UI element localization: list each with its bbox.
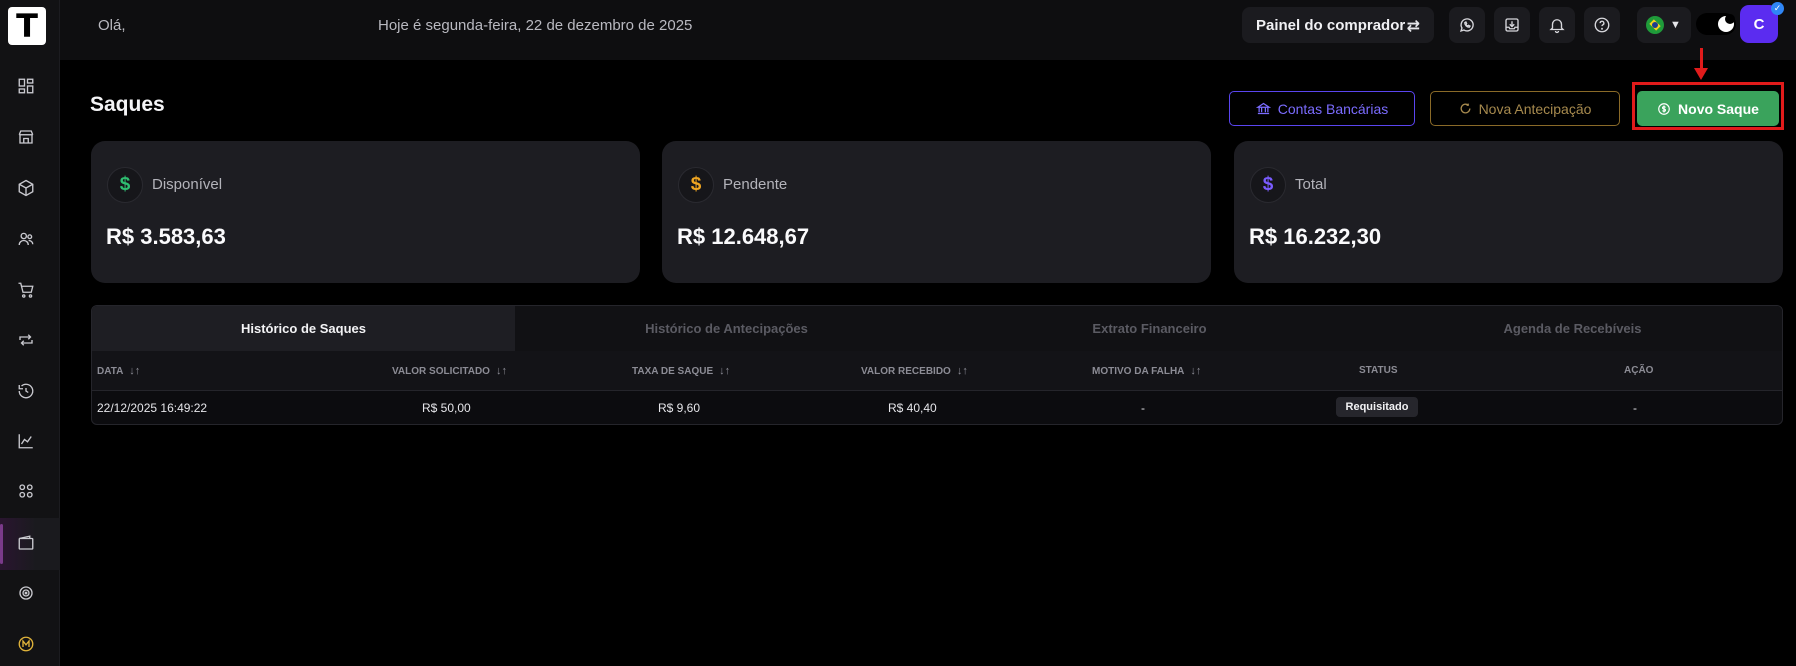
dollar-circle-icon [1658,102,1670,115]
card-value: R$ 12.648,67 [677,224,810,249]
column-header-action: AÇÃO [1624,365,1654,376]
cart-icon[interactable] [16,280,36,300]
new-withdrawal-label: Novo Saque [1678,100,1759,117]
dollar-icon: $ [1250,167,1286,203]
history-icon[interactable] [16,381,36,401]
help-button[interactable] [1584,7,1620,43]
column-header-fee[interactable]: TAXA DE SAQUE ↓↑ [632,365,730,377]
download-tray-icon [1505,18,1519,32]
sort-icon: ↓↑ [129,365,141,377]
whatsapp-button[interactable] [1449,7,1485,43]
tab-withdrawal-history[interactable]: Histórico de Saques [92,306,515,351]
app-logo[interactable]: T [8,7,46,45]
greeting-text: Olá, [98,17,126,34]
theme-toggle[interactable] [1696,13,1736,35]
downloads-button[interactable] [1494,7,1530,43]
language-selector[interactable]: ▼ [1637,7,1691,43]
verified-icon: ✓ [1771,2,1784,15]
help-icon [1594,17,1610,33]
new-withdrawal-button[interactable]: Novo Saque [1637,91,1779,126]
moon-icon [1725,14,1735,24]
card-label: Total [1295,176,1327,193]
bank-accounts-button[interactable]: Contas Bancárias [1229,91,1415,126]
whatsapp-icon [1459,18,1474,33]
cell-received: R$ 40,40 [888,401,937,415]
topbar: Olá, Hoje é segunda-feira, 22 de dezembr… [60,0,1796,60]
dashboard-icon[interactable] [16,76,36,96]
cell-fee: R$ 9,60 [658,401,701,415]
sort-icon: ↓↑ [1190,365,1202,377]
bank-icon [1255,102,1271,115]
new-advance-button[interactable]: Nova Antecipação [1430,91,1620,126]
refresh-icon [1460,103,1471,114]
bell-icon [1549,19,1565,34]
column-header-requested[interactable]: VALOR SOLICITADO ↓↑ [392,365,507,377]
dollar-icon: $ [107,167,143,203]
sort-icon: ↓↑ [495,365,507,377]
date-text: Hoje é segunda-feira, 22 de dezembro de … [378,17,693,34]
card-value: R$ 16.232,30 [1249,224,1382,249]
column-header-date[interactable]: DATA ↓↑ [97,365,140,377]
sort-icon: ↓↑ [719,365,731,377]
m-coin-icon[interactable] [16,634,36,654]
card-value: R$ 3.583,63 [106,224,226,249]
tab-receivables-schedule[interactable]: Agenda de Recebíveis [1361,306,1782,351]
cell-action: - [1633,401,1637,415]
buyer-panel-label: Painel do comprador [1256,16,1406,34]
cell-failure-reason: - [1141,401,1145,415]
dollar-icon: $ [678,167,714,203]
swap-icon: ⇄ [1406,18,1420,35]
sort-icon: ↓↑ [956,365,968,377]
target-icon[interactable] [16,583,36,603]
buyer-panel-button[interactable]: Painel do comprador ⇄ [1242,7,1434,43]
apps-icon[interactable] [16,481,36,501]
tabs: Histórico de Saques Histórico de Antecip… [92,306,1782,351]
card-available: $ Disponível R$ 3.583,63 [91,141,640,283]
cell-date: 22/12/2025 16:49:22 [97,401,208,415]
card-pending: $ Pendente R$ 12.648,67 [662,141,1211,283]
table-header: DATA ↓↑ VALOR SOLICITADO ↓↑ TAXA DE SAQUE ↓… [92,351,1782,391]
page-title: Saques [90,93,165,116]
annotation-arrow-line [1700,48,1703,70]
column-header-failure-reason[interactable]: MOTIVO DA FALHA ↓↑ [1092,365,1201,377]
column-header-status: STATUS [1359,365,1398,376]
tab-advance-history[interactable]: Histórico de Antecipações [515,306,938,351]
card-label: Disponível [152,176,223,193]
card-total: $ Total R$ 16.232,30 [1234,141,1783,283]
brazil-flag-icon [1646,16,1664,34]
cell-requested: R$ 50,00 [422,401,471,415]
chevron-down-icon: ▼ [1670,19,1681,31]
table-row[interactable]: 22/12/2025 16:49:22 R$ 50,00 R$ 9,60 R$ … [92,391,1782,424]
chart-icon[interactable] [16,431,36,451]
new-advance-label: Nova Antecipação [1478,100,1592,117]
notifications-button[interactable] [1539,7,1575,43]
card-label: Pendente [723,176,788,193]
sidebar: T [0,0,60,666]
annotation-arrow-head [1694,68,1708,80]
wallet-icon[interactable] [16,533,36,553]
status-badge: Requisitado [1336,397,1418,417]
tab-financial-statement[interactable]: Extrato Financeiro [938,306,1361,351]
history-panel: Histórico de Saques Histórico de Antecip… [91,305,1783,425]
store-icon[interactable] [16,127,36,147]
box-icon[interactable] [16,178,36,198]
column-header-received[interactable]: VALOR RECEBIDO ↓↑ [861,365,968,377]
bank-accounts-label: Contas Bancárias [1277,100,1389,117]
users-icon[interactable] [16,229,36,249]
repeat-icon[interactable] [16,330,36,350]
